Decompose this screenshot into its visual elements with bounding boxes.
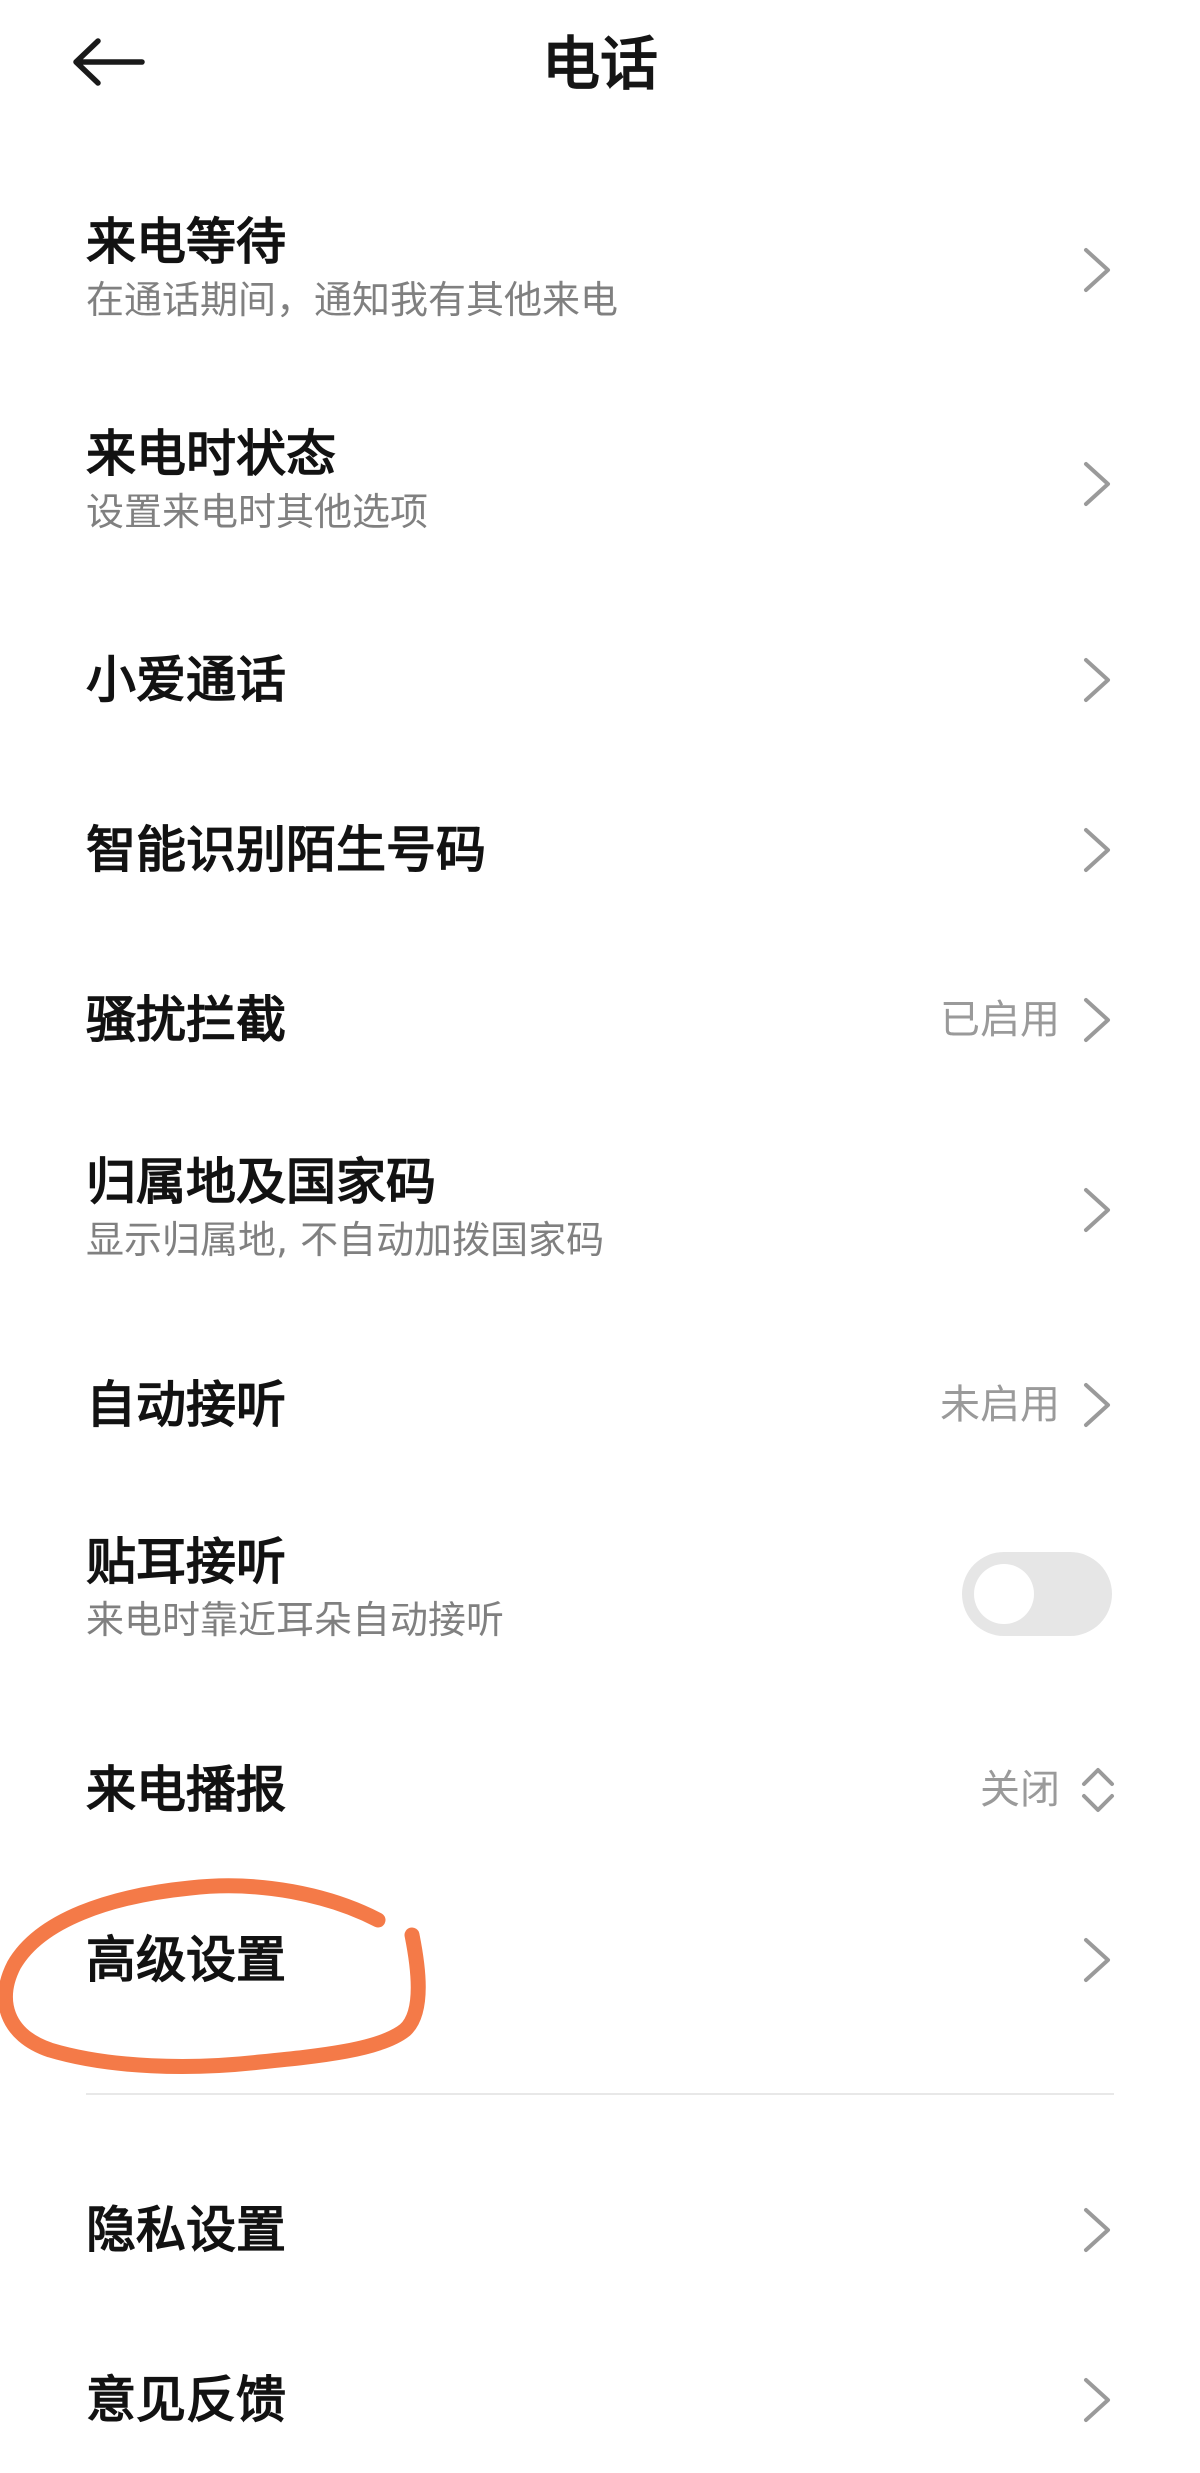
setting-incoming-call-status[interactable]: 来电时状态 设置来电时其他选项 [0,400,1200,560]
setting-privacy-settings[interactable]: 隐私设置 [0,2170,1200,2290]
setting-value: 关闭 [980,1767,1060,1813]
setting-location-country-code[interactable]: 归属地及国家码 显示归属地, 不自动加拨国家码 [0,1130,1200,1290]
chevron-right-icon [1084,658,1110,702]
setting-subtitle: 设置来电时其他选项 [86,490,429,534]
setting-value: 未启用 [940,1382,1060,1428]
setting-xiaoai-call[interactable]: 小爱通话 [0,620,1200,740]
chevron-right-icon [1084,1383,1110,1427]
setting-title: 来电等待 [86,213,286,271]
page-title: 电话 [541,30,658,98]
setting-value: 已启用 [940,997,1060,1043]
setting-title: 智能识别陌生号码 [86,821,486,879]
setting-title: 来电时状态 [86,425,336,483]
setting-harassment-block[interactable]: 骚扰拦截 已启用 [0,960,1200,1080]
chevron-right-icon [1084,2378,1110,2422]
setting-title: 高级设置 [86,1931,286,1989]
setting-subtitle: 在通话期间，通知我有其他来电 [86,278,619,322]
setting-title: 自动接听 [86,1376,286,1434]
setting-feedback[interactable]: 意见反馈 [0,2340,1200,2460]
chevron-right-icon [1084,828,1110,872]
setting-auto-answer[interactable]: 自动接听 未启用 [0,1345,1200,1465]
chevron-up-down-icon [1082,1768,1114,1812]
chevron-right-icon [1084,1188,1110,1232]
setting-title: 来电播报 [86,1761,286,1819]
section-divider [86,2093,1114,2095]
setting-subtitle: 显示归属地, 不自动加拨国家码 [86,1218,605,1262]
setting-caller-announce[interactable]: 来电播报 关闭 [0,1730,1200,1850]
chevron-right-icon [1084,462,1110,506]
chevron-right-icon [1084,2208,1110,2252]
setting-title: 骚扰拦截 [86,991,286,1049]
setting-title: 归属地及国家码 [86,1153,436,1211]
ear-answer-toggle[interactable] [962,1552,1112,1636]
chevron-right-icon [1084,998,1110,1042]
chevron-right-icon [1084,1938,1110,1982]
setting-title: 意见反馈 [86,2371,286,2429]
setting-unknown-number-id[interactable]: 智能识别陌生号码 [0,790,1200,910]
setting-title: 小爱通话 [86,651,286,709]
setting-call-waiting[interactable]: 来电等待 在通话期间，通知我有其他来电 [0,190,1200,350]
chevron-right-icon [1084,248,1110,292]
toggle-knob [974,1564,1034,1624]
setting-ear-answer: 贴耳接听 来电时靠近耳朵自动接听 [0,1510,1200,1670]
setting-advanced-settings[interactable]: 高级设置 [0,1900,1200,2020]
app-header: 电话 [0,0,1200,130]
setting-title: 贴耳接听 [86,1533,286,1591]
setting-title: 隐私设置 [86,2201,286,2259]
setting-subtitle: 来电时靠近耳朵自动接听 [86,1598,505,1642]
